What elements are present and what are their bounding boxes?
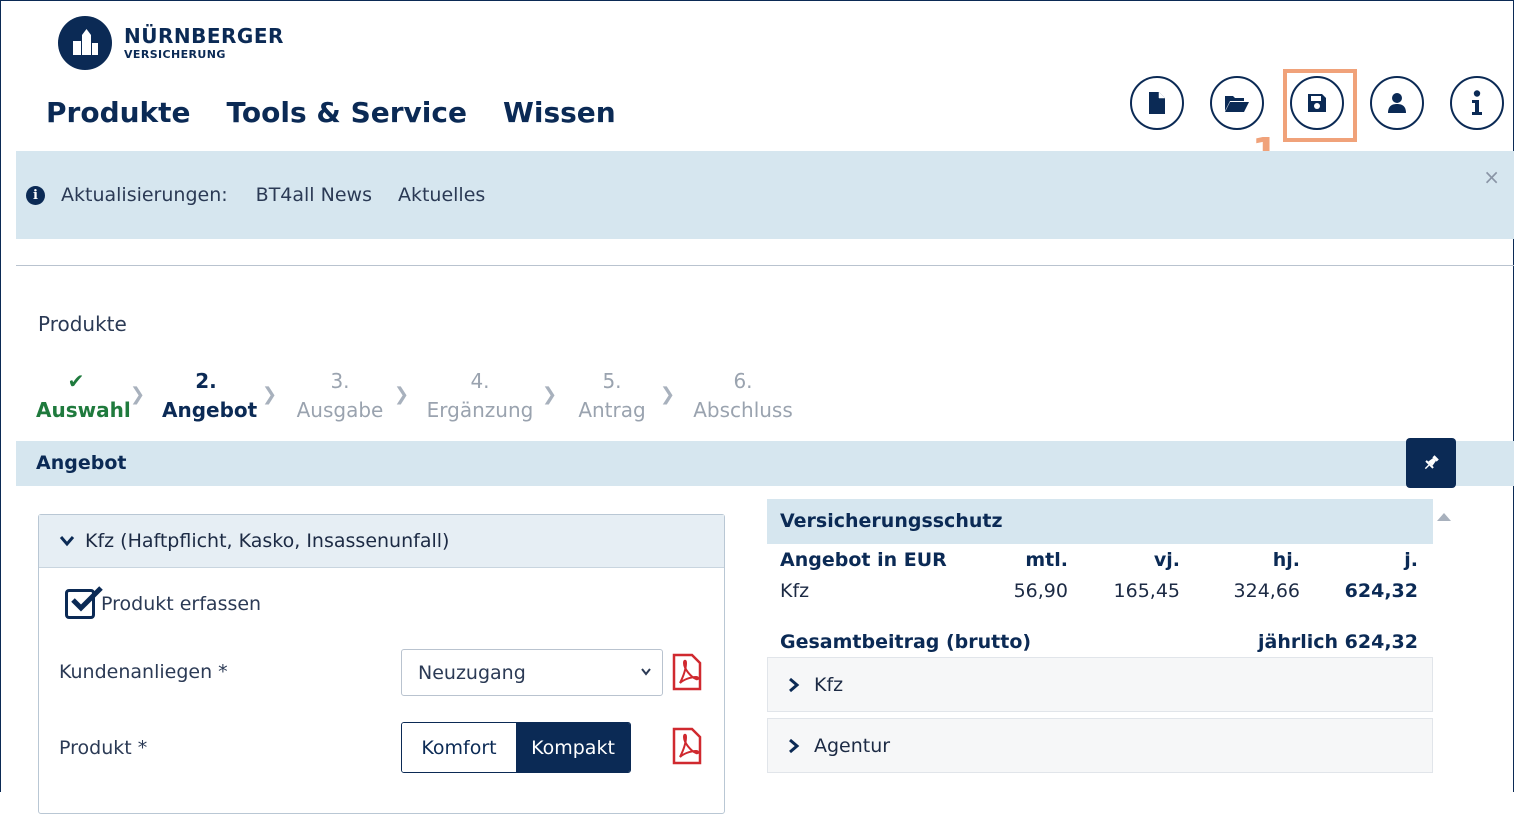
step-label: Abschluss <box>693 398 793 422</box>
accordion-kfz[interactable]: Kfz <box>767 657 1433 712</box>
option-kompakt[interactable]: Kompakt <box>516 723 630 772</box>
value-vj: 165,45 <box>1113 580 1180 602</box>
option-komfort[interactable]: Komfort <box>402 723 516 772</box>
value-mtl: 56,90 <box>1013 580 1068 602</box>
chevron-right-icon: ❯ <box>262 384 278 405</box>
link-bt4all-news[interactable]: BT4all News <box>256 184 372 206</box>
link-aktuelles[interactable]: Aktuelles <box>398 184 485 206</box>
accordion-label: Agentur <box>814 734 891 757</box>
chevron-right-icon: ❯ <box>394 384 410 405</box>
info-icon <box>1472 90 1482 115</box>
column-angebot: Angebot in EUR <box>780 549 947 571</box>
step-ergaenzung[interactable]: 4. Ergänzung <box>426 368 534 422</box>
total-value: jährlich 624,32 <box>1258 631 1418 653</box>
step-number: 5. <box>602 369 622 393</box>
total-label: Gesamtbeitrag (brutto) <box>780 631 1032 653</box>
accordion-agentur[interactable]: Agentur <box>767 718 1433 773</box>
save-highlight-box <box>1283 69 1357 142</box>
kundenanliegen-select[interactable]: Neuzugang <box>401 649 663 696</box>
kundenanliegen-label: Kundenanliegen * <box>59 661 228 683</box>
step-label: Angebot <box>162 398 258 422</box>
step-number: 6. <box>733 369 753 393</box>
scroll-up-icon[interactable] <box>1436 508 1452 527</box>
step-antrag[interactable]: 5. Antrag <box>574 368 650 422</box>
step-angebot[interactable]: 2. Angebot <box>162 368 258 422</box>
pdf-icon[interactable] <box>671 653 703 695</box>
checkmark-icon: ✔ <box>67 369 85 393</box>
info-button[interactable] <box>1450 76 1504 130</box>
step-number: 2. <box>195 369 217 393</box>
nav-wissen[interactable]: Wissen <box>503 96 616 129</box>
brand-logo[interactable]: NÜRNBERGER VERSICHERUNG <box>58 16 284 70</box>
step-label: Auswahl <box>36 398 131 422</box>
versicherungsschutz-title: Versicherungsschutz <box>767 499 1433 544</box>
close-icon[interactable]: × <box>1483 165 1500 189</box>
info-circle-icon: i <box>26 185 45 205</box>
kfz-panel-header[interactable]: Kfz (Haftpflicht, Kasko, Insassenunfall) <box>39 515 724 568</box>
step-number: 3. <box>330 369 350 393</box>
nav-tools-service[interactable]: Tools & Service <box>227 96 467 129</box>
open-folder-icon <box>1225 96 1249 112</box>
column-j: j. <box>1404 549 1418 571</box>
chevron-right-icon: ❯ <box>542 384 558 405</box>
section-title: Angebot <box>16 441 1514 486</box>
pin-button[interactable] <box>1406 438 1456 488</box>
new-document-button[interactable] <box>1130 76 1184 130</box>
brand-name: NÜRNBERGER <box>124 24 284 48</box>
value-j: 624,32 <box>1344 580 1418 602</box>
updates-label: Aktualisierungen: <box>61 184 228 206</box>
step-label: Ergänzung <box>426 398 534 422</box>
brand-subtitle: VERSICHERUNG <box>124 48 226 61</box>
produkt-erfassen-checkbox-row[interactable]: Produkt erfassen <box>65 586 262 619</box>
table-row: Kfz 56,90 165,45 324,66 624,32 <box>780 580 1420 606</box>
kfz-product-panel: Kfz (Haftpflicht, Kasko, Insassenunfall)… <box>38 514 725 814</box>
open-folder-button[interactable] <box>1210 76 1264 130</box>
checkmark-icon <box>71 586 103 612</box>
column-hj: hj. <box>1272 549 1300 571</box>
produkt-toggle: Komfort Kompakt <box>401 722 631 773</box>
total-row: Gesamtbeitrag (brutto) jährlich 624,32 <box>780 631 1420 657</box>
chevron-right-icon: ❯ <box>660 384 676 405</box>
logo-emblem-icon <box>58 16 112 70</box>
accordion-label: Kfz <box>814 673 844 696</box>
chevron-down-icon <box>59 535 75 547</box>
chevron-right-icon: ❯ <box>130 384 146 405</box>
new-document-icon <box>1149 92 1165 114</box>
step-label: Ausgabe <box>296 398 384 422</box>
column-mtl: mtl. <box>1025 549 1068 571</box>
user-button[interactable] <box>1370 76 1424 130</box>
step-abschluss[interactable]: 6. Abschluss <box>692 368 794 422</box>
pdf-icon[interactable] <box>671 727 703 769</box>
step-number: 4. <box>470 369 490 393</box>
divider <box>16 265 1514 266</box>
chevron-down-icon <box>640 662 652 687</box>
kundenanliegen-value: Neuzugang <box>418 661 526 684</box>
row-label: Kfz <box>780 580 810 602</box>
offer-table-header: Angebot in EUR mtl. vj. hj. j. <box>780 549 1420 575</box>
main-navigation: Produkte Tools & Service Wissen <box>46 96 616 129</box>
nav-produkte[interactable]: Produkte <box>46 96 191 129</box>
value-hj: 324,66 <box>1233 580 1300 602</box>
column-vj: vj. <box>1153 549 1180 571</box>
produkt-erfassen-label: Produkt erfassen <box>101 593 262 615</box>
kfz-panel-title: Kfz (Haftpflicht, Kasko, Insassenunfall) <box>85 530 450 552</box>
step-auswahl[interactable]: ✔ Auswahl <box>36 368 131 422</box>
step-label: Antrag <box>578 398 646 422</box>
step-ausgabe[interactable]: 3. Ausgabe <box>294 368 386 422</box>
updates-bar: i Aktualisierungen: BT4all News Aktuelle… <box>16 151 1514 239</box>
chevron-right-icon <box>788 677 800 693</box>
breadcrumb[interactable]: Produkte <box>38 312 127 336</box>
user-icon <box>1388 93 1406 113</box>
produkt-erfassen-checkbox[interactable] <box>65 586 103 619</box>
pin-icon <box>1424 455 1439 470</box>
chevron-right-icon <box>788 738 800 754</box>
produkt-label: Produkt * <box>59 737 148 759</box>
